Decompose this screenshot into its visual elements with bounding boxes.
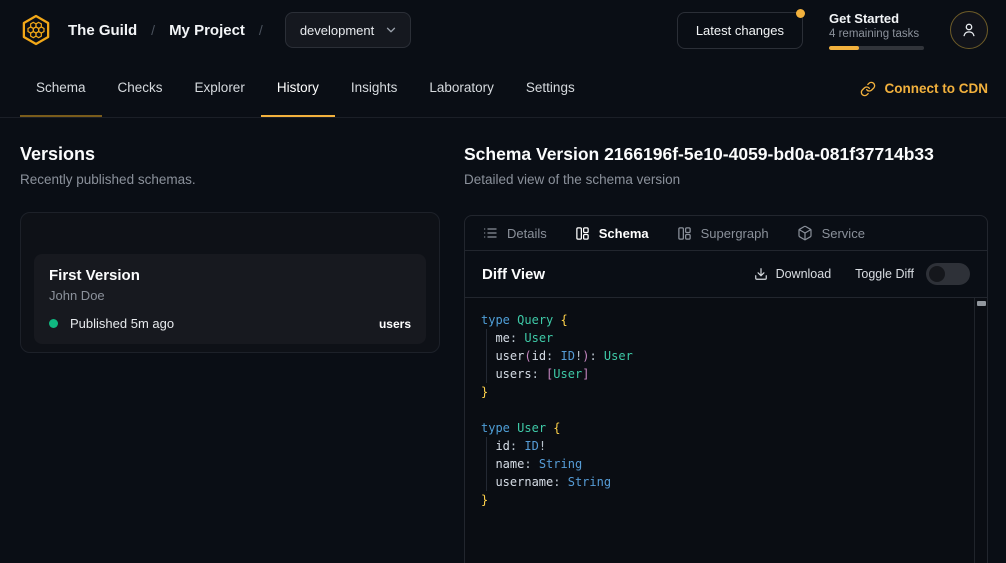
version-list-item[interactable]: First Version John Doe Published 5m ago … (34, 254, 426, 344)
link-icon (860, 81, 876, 97)
progress-fill (829, 46, 859, 50)
tab-history[interactable]: History (261, 60, 335, 117)
toggle-diff-switch[interactable] (926, 263, 970, 285)
columns-icon (575, 226, 590, 241)
schema-version-subtitle: Detailed view of the schema version (464, 172, 988, 187)
get-started-progress-bar (829, 46, 924, 50)
schema-version-title: Schema Version 2166196f-5e10-4059-bd0a-0… (464, 144, 988, 165)
get-started-subtitle: 4 remaining tasks (829, 28, 924, 40)
vertical-scrollbar[interactable] (974, 298, 987, 563)
detail-tabs: Details Schema (465, 216, 987, 251)
breadcrumb-separator: / (259, 22, 263, 38)
indent-guide (486, 437, 487, 491)
diff-view-title: Diff View (482, 266, 545, 283)
diff-view-actions: Download Toggle Diff (754, 263, 970, 285)
cube-icon (797, 225, 813, 241)
breadcrumb-project[interactable]: My Project (169, 22, 245, 39)
service-badge: users (379, 317, 411, 331)
main-nav: Schema Checks Explorer History Insights … (0, 60, 1006, 118)
user-menu-button[interactable] (950, 11, 988, 49)
target-selector[interactable]: development (285, 12, 411, 48)
tab-schema-view[interactable]: Schema (575, 226, 649, 241)
target-selector-value: development (300, 23, 374, 38)
versions-panel: Versions Recently published schemas. Fir… (20, 118, 464, 563)
latest-changes-label: Latest changes (696, 23, 784, 38)
tab-supergraph[interactable]: Supergraph (677, 226, 769, 241)
connect-to-cdn-link[interactable]: Connect to CDN (860, 60, 989, 117)
tab-explorer[interactable]: Explorer (179, 60, 261, 117)
get-started-title: Get Started (829, 11, 924, 26)
version-detail-card: Details Schema (464, 215, 988, 563)
tab-settings[interactable]: Settings (510, 60, 591, 117)
version-meta-row: Published 5m ago users (49, 316, 411, 331)
diff-view-header: Diff View Download Toggle D (465, 251, 987, 298)
versions-title: Versions (20, 144, 464, 165)
version-name: First Version (49, 267, 411, 284)
top-bar-right: Latest changes Get Started 4 remaining t… (677, 11, 988, 50)
breadcrumb-separator: / (151, 22, 155, 38)
indent-guide (486, 329, 487, 383)
content: Versions Recently published schemas. Fir… (0, 118, 1006, 563)
list-icon (482, 225, 498, 241)
notification-dot (796, 9, 805, 18)
tab-service-label: Service (822, 226, 865, 241)
tab-checks[interactable]: Checks (102, 60, 179, 117)
tab-details-label: Details (507, 226, 547, 241)
tab-schema[interactable]: Schema (20, 60, 102, 117)
tab-laboratory[interactable]: Laboratory (413, 60, 510, 117)
switch-knob (929, 266, 945, 282)
toggle-diff-label: Toggle Diff (855, 267, 914, 281)
chevron-down-icon (384, 23, 398, 37)
columns-icon (677, 226, 692, 241)
breadcrumb-org[interactable]: The Guild (68, 22, 137, 39)
versions-subtitle: Recently published schemas. (20, 172, 464, 187)
version-detail-panel: Schema Version 2166196f-5e10-4059-bd0a-0… (464, 118, 988, 563)
schema-code-viewer[interactable]: type Query { me: User user(id: ID!): Use… (465, 298, 987, 563)
code-block: type Query { me: User user(id: ID!): Use… (481, 311, 957, 509)
version-author: John Doe (49, 288, 411, 303)
scrollbar-thumb[interactable] (977, 301, 986, 306)
download-button[interactable]: Download (754, 267, 832, 281)
top-bar: The Guild / My Project / development Lat… (0, 0, 1006, 60)
tab-schema-view-label: Schema (599, 226, 649, 241)
published-status-dot (49, 319, 58, 328)
download-label: Download (776, 267, 832, 281)
get-started-widget[interactable]: Get Started 4 remaining tasks (829, 11, 924, 50)
tab-insights[interactable]: Insights (335, 60, 414, 117)
connect-to-cdn-label: Connect to CDN (885, 81, 989, 96)
tab-supergraph-label: Supergraph (701, 226, 769, 241)
latest-changes-button[interactable]: Latest changes (677, 12, 803, 49)
user-icon (960, 21, 978, 39)
download-icon (754, 267, 768, 281)
version-status: Published 5m ago (70, 316, 174, 331)
tab-service[interactable]: Service (797, 225, 865, 241)
versions-card: First Version John Doe Published 5m ago … (20, 212, 440, 353)
breadcrumb: The Guild / My Project / development (68, 12, 411, 48)
guild-logo-icon[interactable] (20, 14, 52, 46)
toggle-diff-control: Toggle Diff (855, 263, 970, 285)
tab-details[interactable]: Details (482, 225, 547, 241)
